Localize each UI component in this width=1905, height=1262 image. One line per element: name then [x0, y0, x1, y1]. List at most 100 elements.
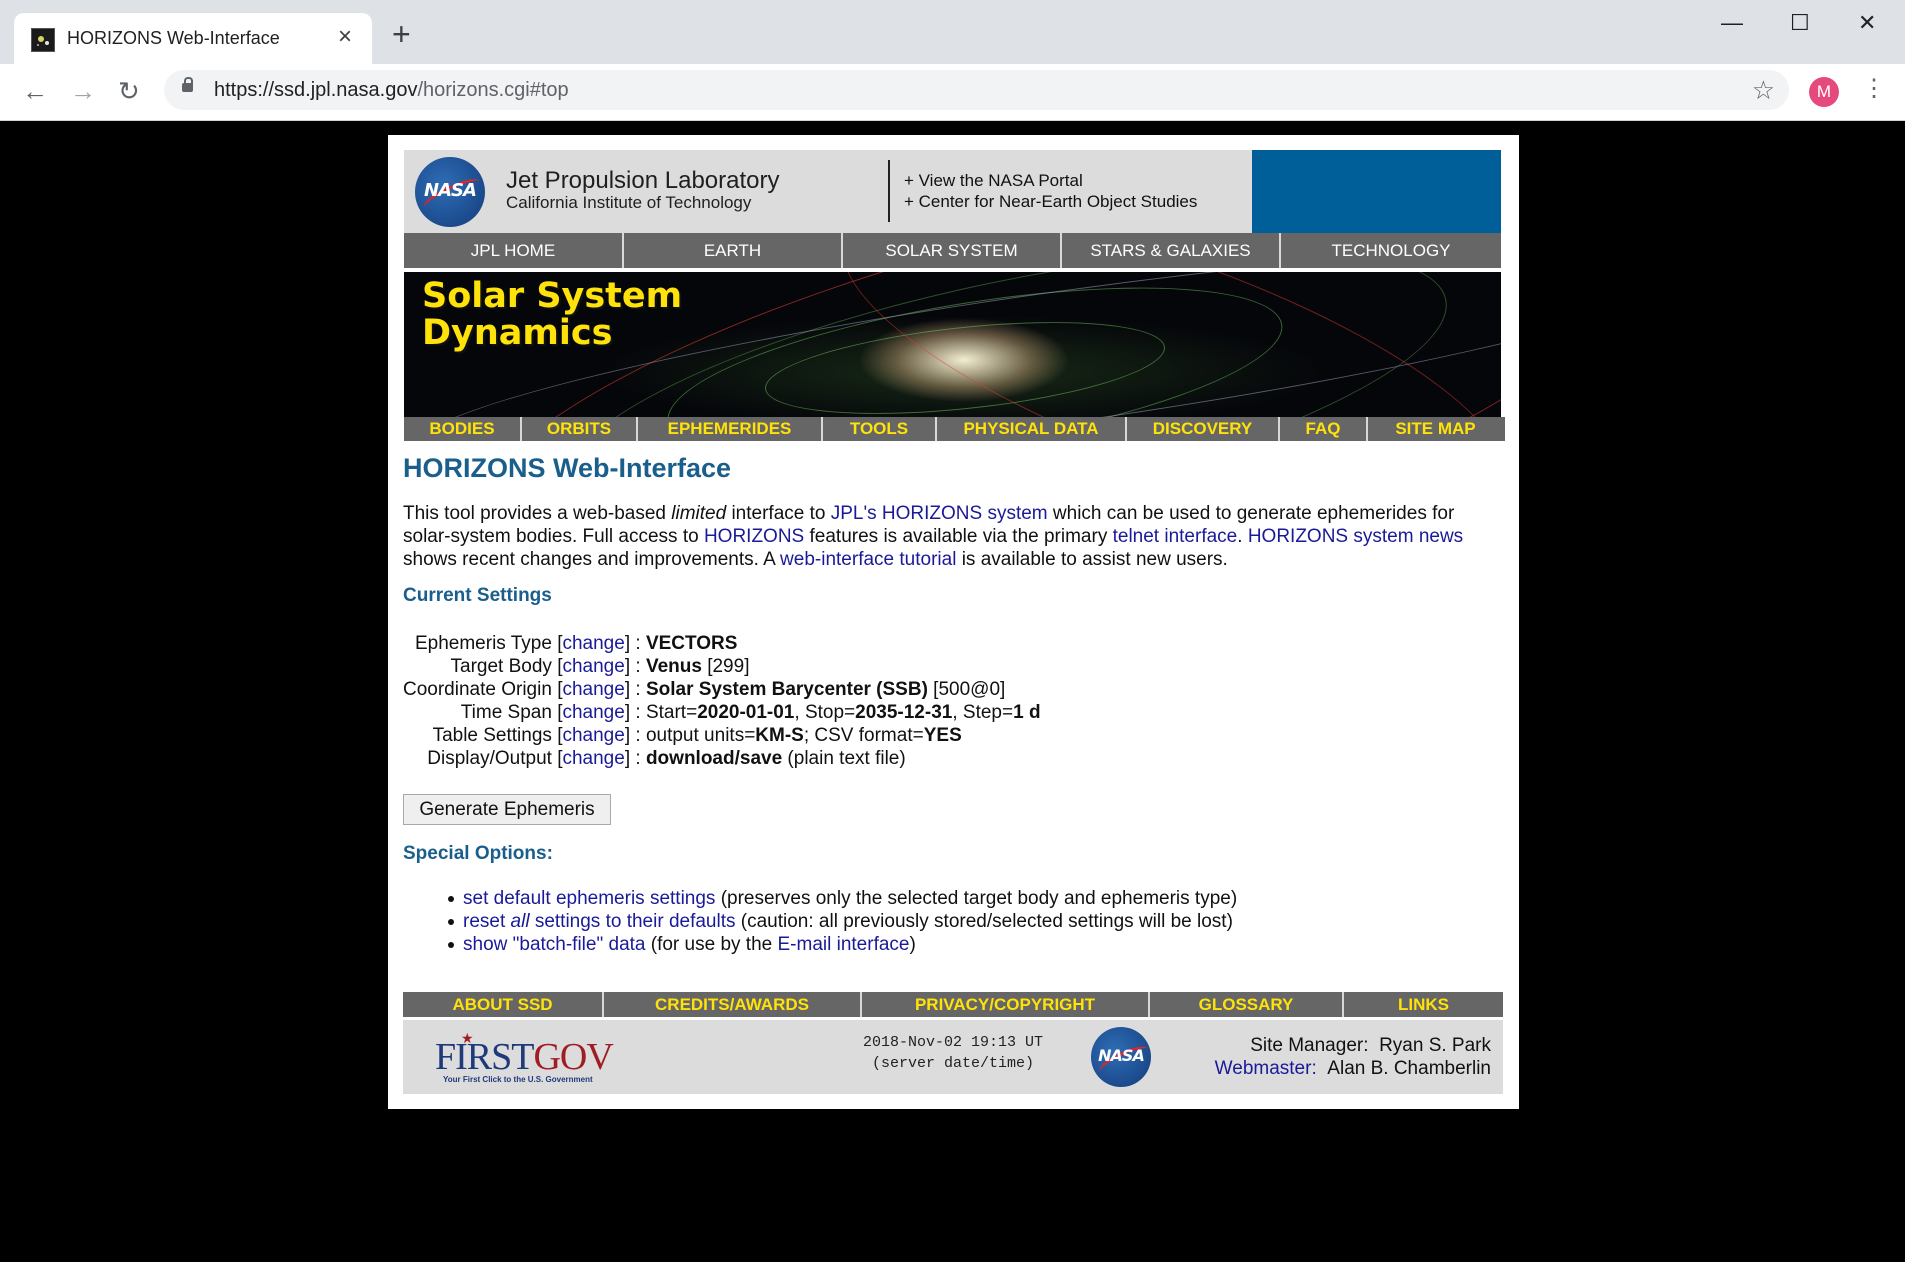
- neo-studies-link[interactable]: + Center for Near-Earth Object Studies: [904, 192, 1197, 212]
- ssd-banner[interactable]: Solar System Dynamics: [404, 272, 1501, 417]
- tutorial-link[interactable]: web-interface tutorial: [780, 549, 956, 570]
- batch-file-data-link[interactable]: show "batch-file" data: [463, 934, 645, 955]
- top-nav-technology[interactable]: TECHNOLOGY: [1281, 233, 1501, 268]
- change-coordinate-origin-link[interactable]: change: [562, 679, 624, 700]
- close-tab-icon[interactable]: ×: [338, 23, 352, 51]
- start-date-value: 2020-01-01: [697, 702, 795, 723]
- header-divider: [888, 160, 890, 222]
- footer-nav-links[interactable]: LINKS: [1344, 992, 1503, 1017]
- change-ephemeris-type-link[interactable]: change: [562, 633, 624, 654]
- reload-icon[interactable]: ↻: [118, 76, 140, 106]
- nav-bodies[interactable]: BODIES: [404, 417, 522, 441]
- firstgov-tagline: Your First Click to the U.S. Government: [443, 1075, 593, 1084]
- url-text[interactable]: https://ssd.jpl.nasa.gov/horizons.cgi#to…: [214, 79, 569, 102]
- nav-discovery[interactable]: DISCOVERY: [1127, 417, 1280, 441]
- profile-avatar[interactable]: M: [1809, 77, 1839, 107]
- setting-row-target-body: Target Body [change] : Venus [299]: [450, 656, 750, 677]
- setting-text: Start=: [645, 702, 698, 723]
- option-note: (for use by the: [645, 934, 778, 955]
- setting-value: download/save: [645, 748, 783, 769]
- setting-label: Coordinate Origin: [403, 679, 552, 700]
- lock-icon[interactable]: [182, 77, 193, 92]
- forward-icon[interactable]: →: [70, 76, 96, 106]
- system-news-link[interactable]: HORIZONS system news: [1248, 526, 1463, 547]
- top-nav-jpl-home[interactable]: JPL HOME: [404, 233, 622, 268]
- webmaster-link[interactable]: Webmaster:: [1215, 1058, 1317, 1079]
- nav-faq[interactable]: FAQ: [1280, 417, 1368, 441]
- close-window-icon[interactable]: ✕: [1858, 10, 1876, 36]
- intro-text: is available to assist new users.: [956, 549, 1228, 570]
- browser-chrome: HORIZONS Web-Interface × + — ☐ ✕ ← → ↻ h…: [0, 0, 1905, 121]
- setting-value-extra: (plain text file): [782, 748, 906, 769]
- ssd-favicon-icon: [31, 28, 55, 52]
- maximize-icon[interactable]: ☐: [1790, 10, 1810, 36]
- banner-line-1: Solar System: [422, 276, 683, 316]
- footer-nasa-logo-icon[interactable]: NASA: [1091, 1027, 1151, 1087]
- tab-strip: HORIZONS Web-Interface × + — ☐ ✕: [0, 0, 1905, 64]
- footer-nav-credits[interactable]: CREDITS/AWARDS: [604, 992, 862, 1017]
- nav-physical-data[interactable]: PHYSICAL DATA: [937, 417, 1127, 441]
- change-target-body-link[interactable]: change: [562, 656, 624, 677]
- footer-nav-about-ssd[interactable]: ABOUT SSD: [403, 992, 604, 1017]
- address-bar[interactable]: https://ssd.jpl.nasa.gov/horizons.cgi#to…: [164, 70, 1789, 110]
- setting-row-ephemeris-type: Ephemeris Type [change] : VECTORS: [414, 633, 738, 654]
- nasa-logo-text: NASA: [424, 180, 477, 201]
- site-credits: Site Manager: Ryan S. Park Webmaster: Al…: [1215, 1034, 1491, 1080]
- setting-value-extra: [299]: [701, 656, 750, 677]
- setting-row-coordinate-origin: Coordinate Origin [change] : Solar Syste…: [403, 679, 1006, 700]
- setting-text: , Step=: [952, 702, 1014, 723]
- footer: ★ FIRSTGOV Your First Click to the U.S. …: [403, 1020, 1503, 1094]
- list-item: set default ephemeris settings (preserve…: [447, 887, 1238, 910]
- change-time-span-link[interactable]: change: [562, 702, 624, 723]
- generate-ephemeris-button[interactable]: Generate Ephemeris: [403, 794, 611, 825]
- jpl-title[interactable]: Jet Propulsion Laboratory: [506, 167, 780, 195]
- top-nav-solar-system[interactable]: SOLAR SYSTEM: [843, 233, 1060, 268]
- nav-site-map[interactable]: SITE MAP: [1368, 417, 1503, 441]
- set-default-settings-link[interactable]: set default ephemeris settings: [463, 888, 715, 909]
- email-interface-link[interactable]: E-mail interface: [778, 934, 910, 955]
- csv-format-value: YES: [923, 725, 962, 746]
- back-icon[interactable]: ←: [22, 76, 48, 106]
- change-display-output-link[interactable]: change: [562, 748, 624, 769]
- intro-text: interface to: [726, 503, 831, 524]
- reset-all-settings-link[interactable]: reset all settings to their defaults: [463, 911, 736, 932]
- tab-title: HORIZONS Web-Interface: [67, 28, 280, 48]
- reset-link-text: settings to their defaults: [529, 911, 736, 932]
- horizons-system-link[interactable]: JPL's HORIZONS system: [831, 503, 1048, 524]
- star-icon[interactable]: ☆: [1752, 75, 1775, 105]
- nasa-logo-icon[interactable]: NASA: [415, 157, 485, 227]
- jpl-subtitle[interactable]: California Institute of Technology: [506, 193, 751, 213]
- reset-link-emphasis: all: [510, 911, 530, 932]
- footer-nav-glossary[interactable]: GLOSSARY: [1150, 992, 1344, 1017]
- top-nav-stars-galaxies[interactable]: STARS & GALAXIES: [1062, 233, 1279, 268]
- nav-tools[interactable]: TOOLS: [823, 417, 937, 441]
- setting-value-extra: [500@0]: [927, 679, 1006, 700]
- option-note: (preserves only the selected target body…: [715, 888, 1238, 909]
- setting-value: Solar System Barycenter (SSB): [645, 679, 928, 700]
- change-table-settings-link[interactable]: change: [562, 725, 624, 746]
- new-tab-icon[interactable]: +: [392, 18, 411, 50]
- nav-orbits[interactable]: ORBITS: [522, 417, 638, 441]
- reset-link-text: reset: [463, 911, 511, 932]
- top-nav-earth[interactable]: EARTH: [624, 233, 841, 268]
- webmaster-name: Alan B. Chamberlin: [1327, 1058, 1491, 1079]
- setting-label: Display/Output: [427, 748, 552, 769]
- header-blue-panel: [1252, 150, 1501, 233]
- jpl-header: NASA Jet Propulsion Laboratory Californi…: [404, 150, 1501, 233]
- horizons-link[interactable]: HORIZONS: [704, 526, 804, 547]
- nasa-portal-link[interactable]: + View the NASA Portal: [904, 171, 1083, 191]
- server-date-note: (server date/time): [871, 1055, 1035, 1072]
- setting-value: VECTORS: [645, 633, 738, 654]
- option-note: (caution: all previously stored/selected…: [735, 911, 1233, 932]
- minimize-icon[interactable]: —: [1721, 10, 1743, 36]
- intro-text: features is available via the primary: [804, 526, 1113, 547]
- menu-icon[interactable]: ⋮: [1862, 74, 1886, 104]
- url-path: /horizons.cgi#top: [417, 79, 569, 101]
- footer-nav-privacy[interactable]: PRIVACY/COPYRIGHT: [862, 992, 1150, 1017]
- intro-text: This tool provides a web-based: [403, 503, 672, 524]
- browser-tab[interactable]: HORIZONS Web-Interface ×: [14, 13, 372, 64]
- nav-ephemerides[interactable]: EPHEMERIDES: [638, 417, 823, 441]
- server-time: 2018-Nov-02 19:13 UT (server date/time): [828, 1032, 1078, 1074]
- telnet-interface-link[interactable]: telnet interface: [1113, 526, 1238, 547]
- firstgov-logo[interactable]: ★ FIRSTGOV Your First Click to the U.S. …: [415, 1030, 614, 1085]
